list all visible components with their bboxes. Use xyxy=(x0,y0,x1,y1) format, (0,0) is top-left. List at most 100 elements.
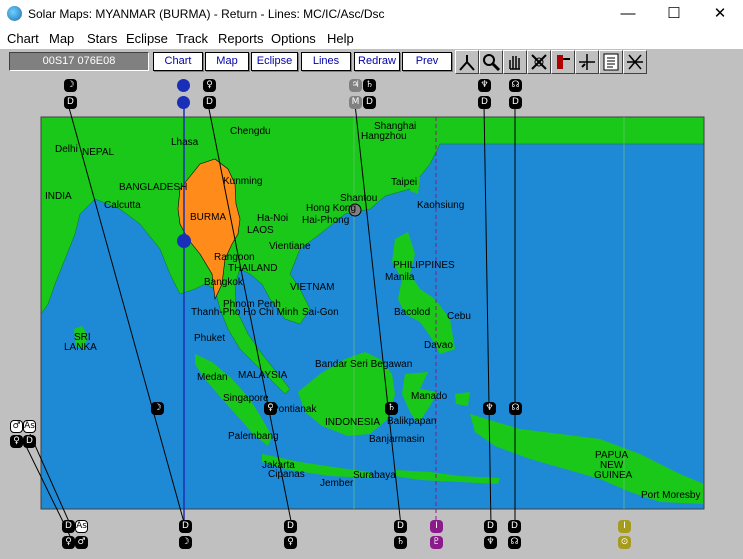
map-area[interactable]: ☽ D ☉ ☉ ♀ D ♃ ♄ M D ♆ D ☊ D ☽ ♀ ♄ ♆ ☊ ♂ … xyxy=(0,74,743,559)
dsc-glyph-left[interactable]: D xyxy=(23,435,36,448)
place-label: Vientiane xyxy=(269,241,311,252)
dsc-glyph-bottom-5[interactable]: D xyxy=(484,520,497,533)
place-label: Rangoon xyxy=(214,252,255,263)
place-label: Singapore xyxy=(223,393,269,404)
zoom-icon[interactable] xyxy=(479,50,503,74)
place-label: Kaohsiung xyxy=(417,200,465,211)
place-label: Surabaya xyxy=(353,470,396,481)
redraw-button[interactable]: Redraw xyxy=(354,52,400,71)
pan-hand-icon[interactable] xyxy=(503,50,527,74)
menu-chart[interactable]: Chart xyxy=(7,31,39,46)
dsc-glyph-bottom-4[interactable]: D xyxy=(394,520,407,533)
place-label: GUINEA xyxy=(594,470,633,481)
saturn-glyph-mid[interactable]: ♄ xyxy=(385,402,398,415)
ic-glyph-bottom-2[interactable]: I xyxy=(618,520,631,533)
asc-glyph-left[interactable]: As xyxy=(23,420,36,433)
place-label: Bacolod xyxy=(394,307,431,318)
map-button[interactable]: Map xyxy=(205,52,249,71)
venus-glyph-top[interactable]: ♀ xyxy=(203,79,216,92)
menu-eclipse[interactable]: Eclipse xyxy=(126,31,168,46)
minimize-button[interactable]: — xyxy=(605,0,651,28)
dsc-glyph-bottom-6[interactable]: D xyxy=(508,520,521,533)
prev-button[interactable]: Prev xyxy=(402,52,452,71)
neptune-glyph-bottom[interactable]: ♆ xyxy=(484,536,497,549)
ic-glyph-bottom[interactable]: I xyxy=(430,520,443,533)
place-label: Kunming xyxy=(223,176,263,187)
node-glyph-bottom[interactable]: ☊ xyxy=(508,536,521,549)
compass-icon[interactable] xyxy=(455,50,479,74)
sun-marker[interactable] xyxy=(177,234,191,248)
no-symbol-icon[interactable] xyxy=(527,50,551,74)
close-button[interactable]: ✕ xyxy=(697,0,743,28)
place-label: Taipei xyxy=(391,177,418,188)
pluto-glyph-bottom[interactable]: ♀ xyxy=(62,536,75,549)
dsc-glyph-bottom-3[interactable]: D xyxy=(284,520,297,533)
place-label: Cebu xyxy=(447,311,471,322)
place-label: Delhi xyxy=(55,144,78,155)
place-label: Thanh-Pho Ho Chi Minh xyxy=(191,307,299,318)
dsc-glyph-top-4[interactable]: D xyxy=(478,96,491,109)
saturn-glyph-top[interactable]: ♄ xyxy=(363,79,376,92)
sun-glyph-bottom[interactable]: ⊙ xyxy=(618,536,631,549)
sun-glyph-top-2[interactable]: ☉ xyxy=(177,96,190,109)
dsc-glyph-bottom-2[interactable]: D xyxy=(179,520,192,533)
place-label: Cipanas xyxy=(268,469,305,480)
place-label: Shantou xyxy=(340,193,378,204)
mars-glyph-left[interactable]: ♂ xyxy=(10,420,23,433)
place-label: Manila xyxy=(385,272,415,283)
mars-glyph-bottom[interactable]: ♂ xyxy=(75,536,88,549)
dsc-glyph-top[interactable]: D xyxy=(64,96,77,109)
place-label: INDONESIA xyxy=(325,417,381,428)
cross-lines-icon[interactable] xyxy=(623,50,647,74)
place-label: VIETNAM xyxy=(290,282,335,293)
maximize-button[interactable]: ☐ xyxy=(651,0,697,28)
crosshair-icon[interactable] xyxy=(575,50,599,74)
pointer-icon[interactable] xyxy=(551,50,575,74)
lines-button[interactable]: Lines xyxy=(301,52,351,71)
asc-glyph-bottom[interactable]: As xyxy=(75,520,88,533)
jupiter-glyph-top[interactable]: ♃ xyxy=(349,79,362,92)
node-glyph-top[interactable]: ☊ xyxy=(509,79,522,92)
toolbar: 00S17 076E08 Chart Map Eclipse Lines Red… xyxy=(0,49,743,74)
mc-glyph-top[interactable]: M xyxy=(349,96,362,109)
neptune-glyph-mid[interactable]: ♆ xyxy=(483,402,496,415)
place-label: Palembang xyxy=(228,431,279,442)
chart-button[interactable]: Chart xyxy=(153,52,203,71)
window-title: Solar Maps: MYANMAR (BURMA) - Return - L… xyxy=(28,7,385,21)
pluto-glyph-left[interactable]: ♀ xyxy=(10,435,23,448)
place-label: THAILAND xyxy=(228,263,278,274)
moon-glyph-top[interactable]: ☽ xyxy=(64,79,77,92)
place-label: INDIA xyxy=(45,191,72,202)
menu-options[interactable]: Options xyxy=(271,31,316,46)
menu-map[interactable]: Map xyxy=(49,31,74,46)
place-label: BURMA xyxy=(190,212,227,223)
eclipse-button[interactable]: Eclipse xyxy=(251,52,298,71)
dsc-glyph-top-2[interactable]: D xyxy=(203,96,216,109)
place-label: Port Moresby xyxy=(641,490,701,501)
venus-glyph-bottom[interactable]: ♀ xyxy=(284,536,297,549)
title-bar: Solar Maps: MYANMAR (BURMA) - Return - L… xyxy=(0,0,743,28)
halmahera-land xyxy=(455,392,470,406)
menu-track[interactable]: Track xyxy=(176,31,208,46)
place-label: MALAYSIA xyxy=(238,370,288,381)
sun-glyph-top[interactable]: ☉ xyxy=(177,79,190,92)
saturn-glyph-bottom[interactable]: ♄ xyxy=(394,536,407,549)
dsc-glyph-top-5[interactable]: D xyxy=(509,96,522,109)
place-label: Balikpapan xyxy=(387,416,437,427)
moon-glyph-mid[interactable]: ☽ xyxy=(151,402,164,415)
dsc-glyph-top-3[interactable]: D xyxy=(363,96,376,109)
menu-help[interactable]: Help xyxy=(327,31,354,46)
node-glyph-mid[interactable]: ☊ xyxy=(509,402,522,415)
place-label: Hong Kong xyxy=(306,203,357,214)
menu-reports[interactable]: Reports xyxy=(218,31,264,46)
notes-icon[interactable] xyxy=(599,50,623,74)
place-label: Davao xyxy=(424,340,453,351)
place-label: Ha-Noi xyxy=(257,213,289,224)
place-label: Sai-Gon xyxy=(302,307,339,318)
menu-stars[interactable]: Stars xyxy=(87,31,117,46)
moon-glyph-bottom[interactable]: ☽ xyxy=(179,536,192,549)
dsc-glyph-bottom[interactable]: D xyxy=(62,520,75,533)
neptune-glyph-top[interactable]: ♆ xyxy=(478,79,491,92)
place-label: Calcutta xyxy=(104,200,141,211)
pluto-glyph-bottom-2[interactable]: ♇ xyxy=(430,536,443,549)
